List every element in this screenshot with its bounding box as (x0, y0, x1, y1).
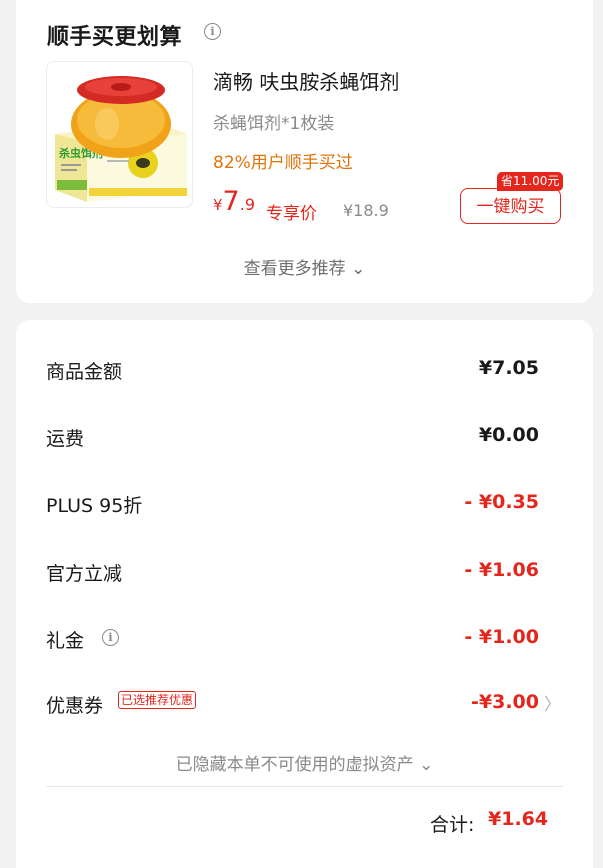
order-summary-card: 商品金额 ¥7.05 运费 ¥0.00 PLUS 95折 - ¥0.35 官方立… (16, 320, 593, 868)
row-label-plus-discount: PLUS 95折 (46, 495, 143, 517)
row-label-shipping: 运费 (46, 428, 85, 450)
row-value-goods-amount: ¥7.05 (478, 357, 539, 379)
divider (46, 786, 563, 787)
fly-bait-product-image: 杀虫饵剂 (55, 76, 187, 202)
row-value-coupon[interactable]: -¥3.00 (471, 691, 539, 713)
total-label: 合计: (430, 814, 475, 836)
product-price: ¥7.9 专享价 (213, 186, 317, 224)
recommend-title: 顺手买更划算 (47, 25, 183, 50)
price-tag: 专享价 (266, 204, 317, 224)
info-icon[interactable]: i (204, 23, 221, 40)
row-label-goods-amount: 商品金额 (46, 361, 123, 383)
row-label-gift-money: 礼金 (46, 630, 85, 652)
original-price: ¥18.9 (343, 201, 389, 220)
price-decimal: .9 (239, 195, 255, 214)
save-badge: 省11.00元 (497, 172, 564, 191)
product-thumbnail[interactable]: 杀虫饵剂 (46, 61, 193, 208)
product-spec: 杀蝇饵剂*1枚装 (213, 114, 335, 134)
row-label-coupon[interactable]: 优惠券 (46, 691, 103, 718)
row-label-official-discount: 官方立减 (46, 563, 123, 585)
row-value-official-discount: - ¥1.06 (464, 559, 539, 581)
gift-money-info-icon[interactable]: i (102, 629, 119, 646)
chevron-right-icon[interactable]: 〉 (544, 690, 561, 715)
row-value-plus-discount: - ¥0.35 (464, 491, 539, 513)
coupon-recommended-tag: 已选推荐优惠 (118, 691, 197, 709)
product-name[interactable]: 滴畅 呋虫胺杀蝇饵剂 (213, 66, 399, 95)
hidden-assets-toggle[interactable]: 已隐藏本单不可使用的虚拟资产 ⌄ (16, 750, 593, 775)
total-value: ¥1.64 (488, 808, 549, 830)
price-integer: 7 (222, 186, 240, 217)
row-value-gift-money: - ¥1.00 (464, 626, 539, 648)
recommend-card: 顺手买更划算 i 杀虫饵剂 滴畅 呋虫胺杀蝇饵剂 杀蝇饵剂*1枚装 82%用户顺… (16, 0, 593, 303)
product-buyers-rate: 82%用户顺手买过 (213, 153, 353, 173)
price-currency: ¥ (213, 196, 223, 214)
one-click-buy-button[interactable]: 一键购买 (460, 188, 561, 224)
more-recommendations-link[interactable]: 查看更多推荐 ⌄ (16, 254, 593, 279)
row-value-shipping: ¥0.00 (478, 424, 539, 446)
